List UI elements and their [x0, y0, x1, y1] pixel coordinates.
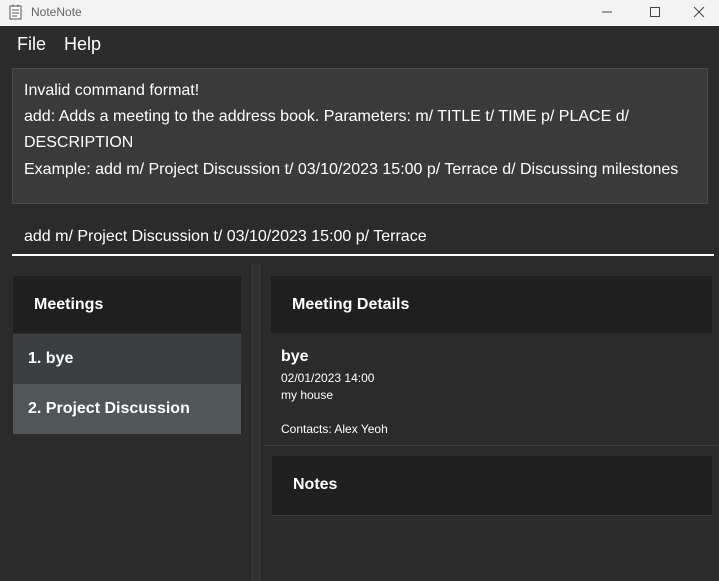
meeting-title: bye — [281, 348, 309, 365]
meeting-place: my house — [281, 388, 334, 402]
result-display: Invalid command format! add: Adds a meet… — [12, 68, 708, 204]
maximize-button[interactable] — [632, 0, 678, 26]
meeting-time: 02/01/2023 14:00 — [281, 371, 375, 385]
meeting-details-header: Meeting Details — [271, 276, 712, 333]
details-separator — [264, 445, 719, 446]
title-bar: NoteNote — [0, 0, 719, 26]
minimize-icon — [601, 6, 613, 21]
meeting-details-header-label: Meeting Details — [292, 296, 410, 313]
command-input[interactable]: add m/ Project Discussion t/ 03/10/2023 … — [12, 222, 714, 256]
app-window: NoteNote File Help Invalid command forma… — [0, 0, 719, 581]
menu-help[interactable]: Help — [64, 34, 101, 55]
result-line: DESCRIPTION — [24, 134, 134, 151]
menu-file[interactable]: File — [17, 34, 46, 55]
meeting-list-item[interactable]: 1. bye — [13, 334, 241, 384]
maximize-icon — [649, 6, 661, 21]
minimize-button[interactable] — [584, 0, 630, 26]
command-input-value: add m/ Project Discussion t/ 03/10/2023 … — [24, 228, 427, 245]
meeting-item-label: 1. bye — [28, 350, 74, 367]
close-button[interactable] — [676, 0, 719, 26]
notes-header: Notes — [272, 456, 712, 516]
meetings-header-label: Meetings — [34, 296, 104, 313]
meeting-list-item-selected[interactable]: 2. Project Discussion — [13, 384, 241, 434]
meetings-header: Meetings — [13, 276, 241, 333]
result-line: Invalid command format! — [24, 82, 200, 99]
notepad-icon — [9, 4, 23, 20]
close-icon — [693, 6, 705, 21]
result-line: Example: add m/ Project Discussion t/ 03… — [24, 161, 679, 178]
menu-bar: File Help — [0, 26, 719, 62]
result-line: add: Adds a meeting to the address book.… — [24, 108, 630, 125]
meeting-item-label: 2. Project Discussion — [28, 400, 190, 417]
meeting-contacts: Contacts: Alex Yeoh — [281, 422, 388, 436]
split-pane-divider[interactable] — [252, 264, 260, 581]
notes-header-label: Notes — [293, 476, 338, 493]
window-title: NoteNote — [31, 5, 82, 19]
